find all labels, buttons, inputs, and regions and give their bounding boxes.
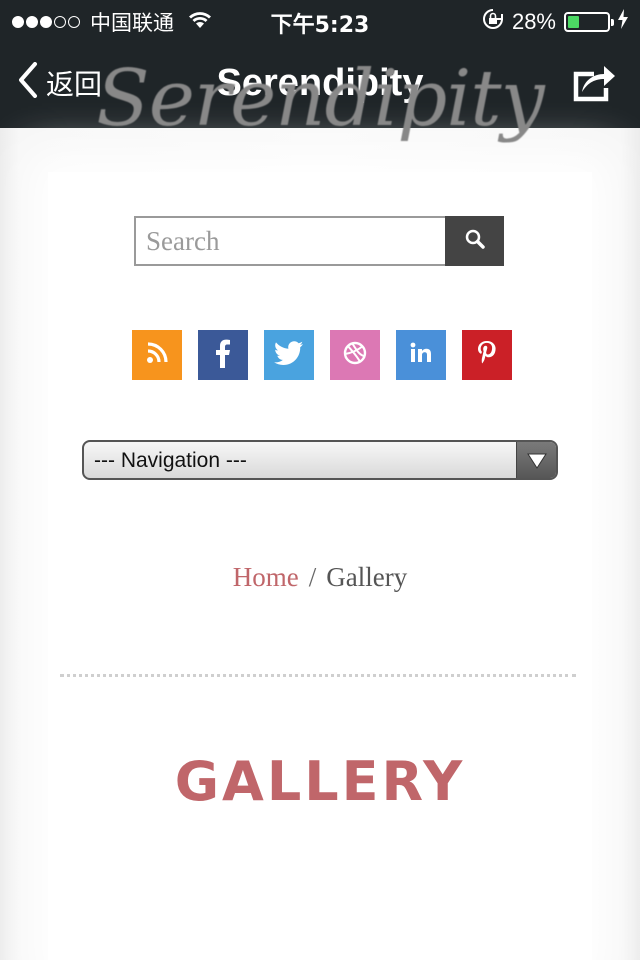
twitter-icon xyxy=(274,340,304,370)
breadcrumb-separator: / xyxy=(308,562,317,592)
search-button[interactable] xyxy=(445,216,504,266)
rotation-lock-icon xyxy=(482,8,504,36)
navigation-select-value: --- Navigation --- xyxy=(94,449,247,472)
battery-percent: 28% xyxy=(511,9,556,34)
navigation-select[interactable]: --- Navigation --- xyxy=(82,440,558,480)
breadcrumb: Home / Gallery xyxy=(0,562,640,593)
linkedin-button[interactable] xyxy=(396,330,446,380)
dropdown-arrow-icon xyxy=(516,442,556,478)
twitter-button[interactable] xyxy=(264,330,314,380)
status-right: 28% xyxy=(482,8,628,36)
gallery-heading: GALLERY xyxy=(174,750,466,813)
pinterest-icon xyxy=(476,340,498,371)
linkedin-icon xyxy=(409,341,433,370)
search-form xyxy=(134,216,504,266)
social-links xyxy=(132,330,512,380)
site-logo[interactable]: Serendipity xyxy=(0,54,640,144)
dribbble-icon xyxy=(343,341,367,370)
dribbble-button[interactable] xyxy=(330,330,380,380)
dotted-divider xyxy=(60,674,576,677)
breadcrumb-home-link[interactable]: Home xyxy=(233,562,299,592)
rss-button[interactable] xyxy=(132,330,182,380)
battery-icon xyxy=(564,12,614,32)
rss-icon xyxy=(145,341,169,370)
breadcrumb-current: Gallery xyxy=(326,562,408,592)
pinterest-button[interactable] xyxy=(462,330,512,380)
status-bar: 中国联通 下午5:23 28% xyxy=(0,0,640,40)
facebook-icon xyxy=(214,338,232,373)
charging-icon xyxy=(618,9,628,35)
search-input[interactable] xyxy=(134,216,445,266)
search-icon xyxy=(464,228,486,255)
facebook-button[interactable] xyxy=(198,330,248,380)
